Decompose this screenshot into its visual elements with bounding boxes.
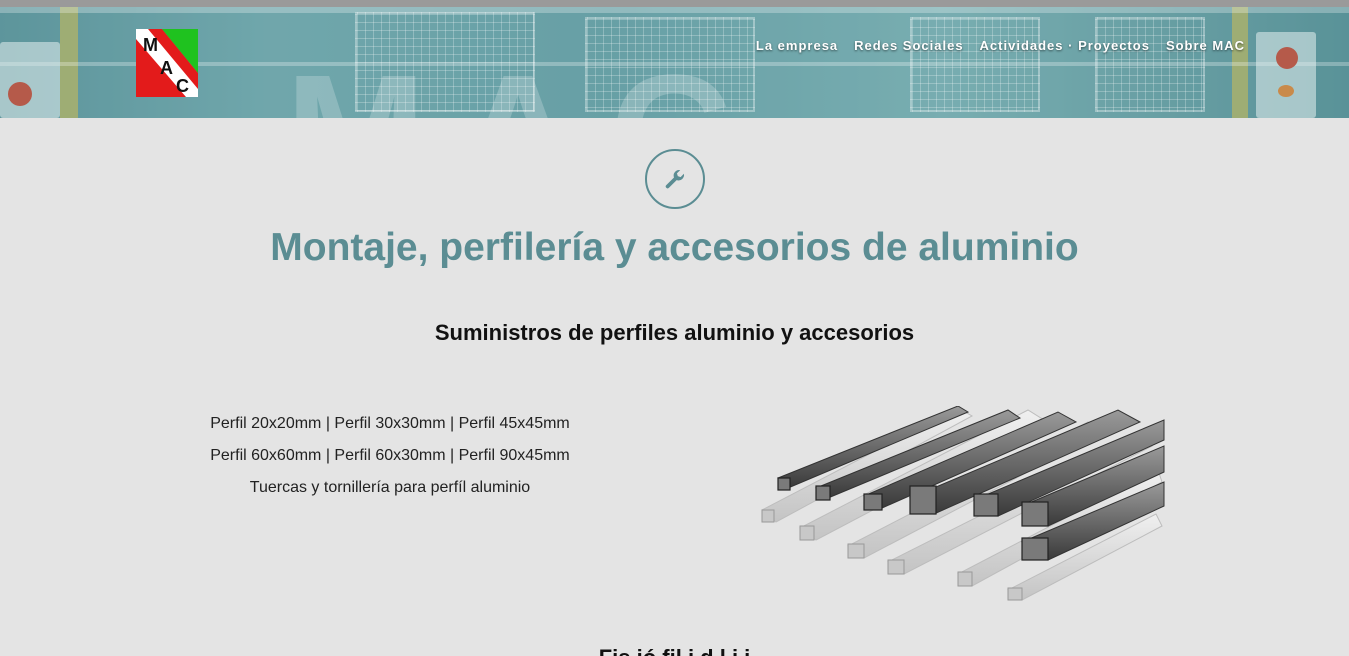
section-icon-circle [645, 149, 705, 209]
profile-line-1: Perfil 20x20mm | Perfil 30x30mm | Perfil… [210, 415, 570, 432]
page-title: Montaje, perfilería y accesorios de alum… [270, 226, 1079, 269]
header-banner: MAC M A C La empresa Redes Sociales Acti… [0, 7, 1349, 118]
wrench-icon [665, 169, 685, 189]
svg-text:C: C [176, 76, 189, 96]
section-subtitle: Suministros de perfiles aluminio y acces… [434, 320, 915, 345]
nav-actividades-proyectos[interactable]: Actividades · Proyectos [980, 38, 1150, 53]
aluminum-profiles-image [758, 405, 1166, 602]
mac-logo[interactable]: M A C [136, 29, 198, 97]
profile-line-2: Perfil 60x60mm | Perfil 60x30mm | Perfil… [210, 447, 570, 464]
profile-list: Perfil 20x20mm | Perfil 30x30mm | Perfil… [190, 408, 590, 504]
nav-redes-sociales[interactable]: Redes Sociales [854, 38, 963, 53]
top-bar [0, 0, 1349, 7]
profile-line-3: Tuercas y tornillería para perfíl alumin… [249, 479, 531, 496]
nav-la-empresa[interactable]: La empresa [756, 38, 838, 53]
next-section-heading: Fis ió fil i d l i i [0, 645, 1349, 656]
main-nav: La empresa Redes Sociales Actividades · … [756, 38, 1245, 53]
svg-text:A: A [160, 58, 173, 78]
nav-sobre-mac[interactable]: Sobre MAC [1166, 38, 1245, 53]
svg-text:M: M [143, 35, 158, 55]
